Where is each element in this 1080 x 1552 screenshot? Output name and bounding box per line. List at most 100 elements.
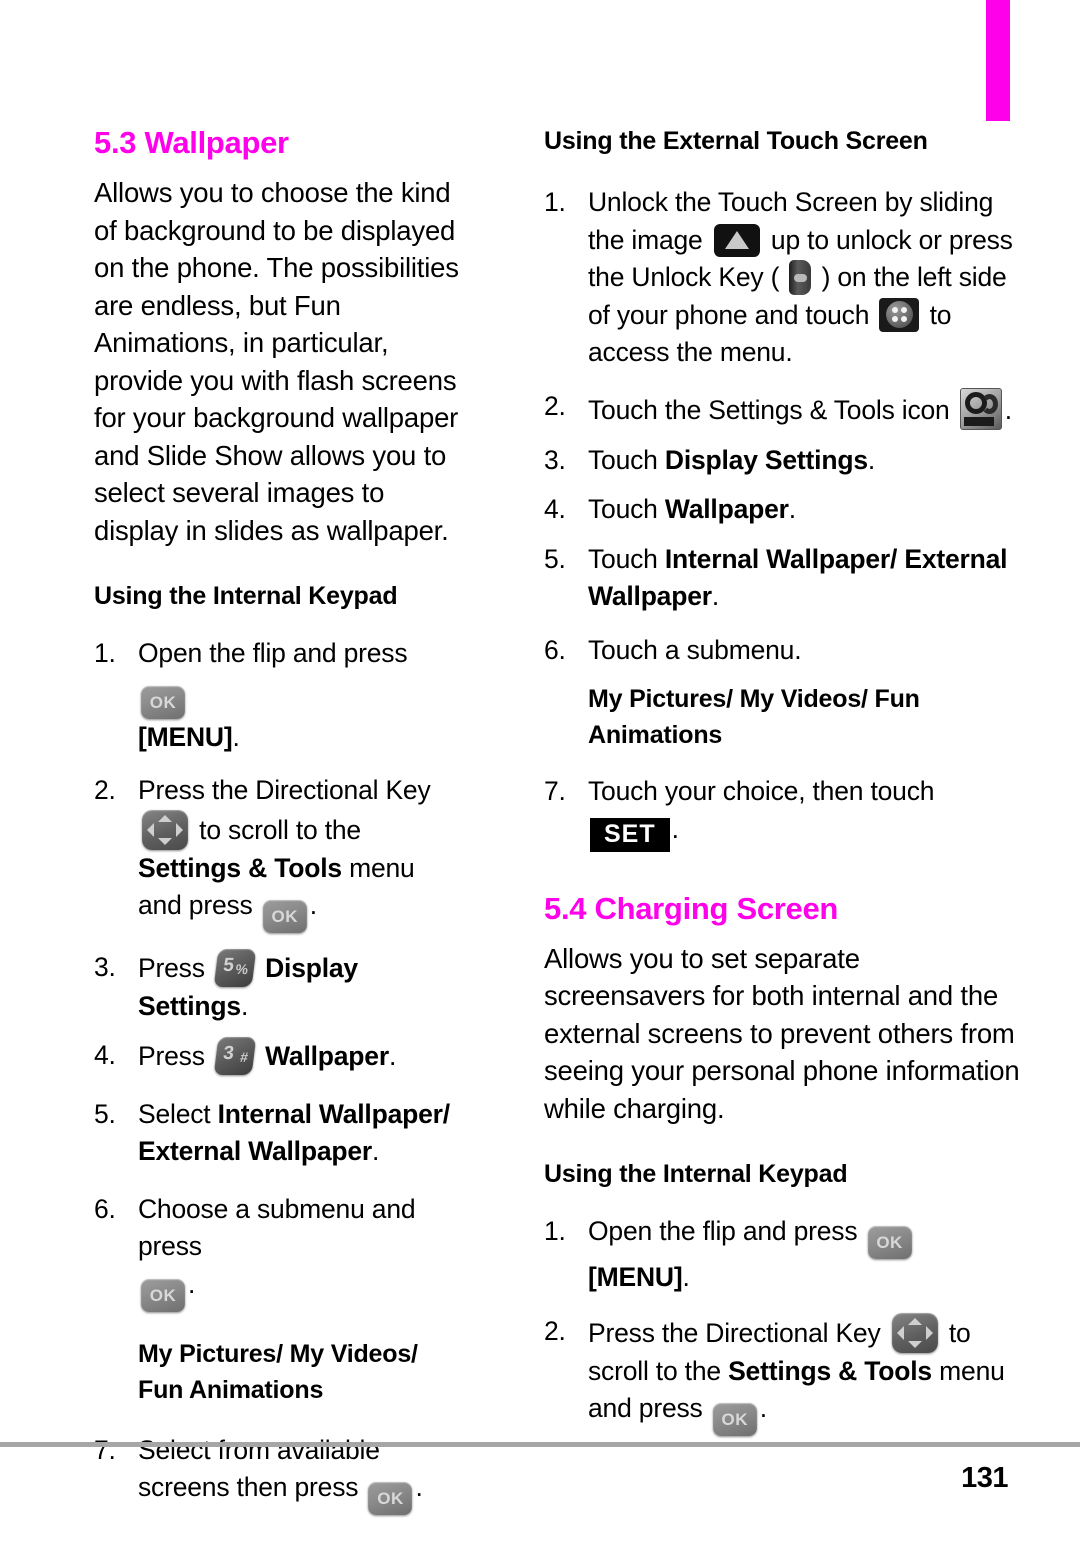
section-tab-marker [986,0,1010,121]
step-trailing: . [232,721,240,752]
step-number: 1. [544,187,566,217]
manual-page: 5.3 Wallpaper Allows you to choose the k… [0,0,1080,1552]
step-bold-text: Wallpaper [664,494,789,524]
directional-key-icon [142,809,188,850]
two-column-layout: 5.3 Wallpaper Allows you to choose the k… [0,125,1080,1516]
step-number: 2. [544,390,566,421]
ok-key-icon: OK [368,1482,413,1516]
menu-grid-icon [879,297,920,332]
step-text: Touch the Settings & Tools icon [588,394,950,425]
page-number: 131 [961,1462,1008,1494]
submenu-options-note: My Pictures/ My Videos/ Fun Animations [588,685,920,749]
step-bold-text: Display Settings [664,444,868,475]
step-number: 4. [94,1040,116,1071]
step-text: Choose a submenu and press [138,1193,416,1262]
step-item: 2. Press the Directional Key to scroll t… [94,772,462,934]
step-item: 2. Press the Directional Key to scroll t… [544,1312,1020,1437]
step-text-2: to scroll to the [199,814,361,845]
step-item: 5. Select Internal Wallpaper/ External W… [94,1096,462,1171]
subheading-external-touch-screen: Using the External Touch Screen [544,127,928,155]
step-trailing: . [867,444,876,475]
step-item: 5. Touch Internal Wallpaper/ External Wa… [544,541,1020,616]
left-column: 5.3 Wallpaper Allows you to choose the k… [0,125,470,1516]
ok-key-icon: OK [262,900,307,934]
step-bold-text: [MENU] [138,721,233,752]
step-text: Open the flip and press [138,638,408,669]
step-trailing: . [682,1262,690,1293]
step-item: 4. Press 3 # Wallpaper. [94,1037,462,1076]
step-text: Select [138,1098,211,1129]
step-item: 7. Touch your choice, then touch SET. [544,773,1020,852]
step-bold-text: [MENU] [588,1262,683,1293]
step-trailing: . [711,581,720,611]
step-number: 7. [94,1434,116,1465]
submenu-options-note: My Pictures/ My Videos/ Fun Animations [138,1339,418,1404]
step-number: 7. [544,776,566,806]
step-item: 2. Touch the Settings & Tools icon . [544,387,1020,430]
ok-key-icon: OK [141,685,185,719]
step-trailing: . [309,890,317,921]
slide-up-arrow-icon [713,223,760,257]
step-item: 4. Touch Wallpaper. [544,491,1020,529]
step-trailing: . [388,1041,397,1072]
step-item: 3. Press 5 % Display Settings. [94,949,462,1025]
step-trailing: . [188,1268,196,1299]
step-text: Touch your choice, then touch [588,776,935,806]
step-bold-text: Wallpaper [265,1041,389,1072]
step-trailing: . [240,990,249,1021]
step-bold-text: Settings & Tools [728,1355,932,1386]
key-3-icon: 3 # [213,1037,257,1076]
step-number: 3. [94,952,116,983]
section-heading-wallpaper: 5.3 Wallpaper [94,125,289,160]
step-trailing: . [415,1472,423,1503]
step-text: Press [138,1041,205,1072]
step-number: 3. [544,444,566,475]
charging-keypad-step-list: 1. Open the flip and press OK [MENU]. 2.… [544,1213,1020,1437]
step-item: 1. Open the flip and press OK [MENU]. [544,1213,1020,1297]
step-number: 5. [94,1098,116,1129]
subheading-internal-keypad-charging: Using the Internal Keypad [544,1160,848,1189]
step-number: 1. [544,1216,566,1247]
step-number: 4. [544,494,566,524]
step-text: Press the Directional Key [588,1317,881,1348]
step-bold-text: Settings & Tools [138,852,342,883]
step-item: 1. Open the flip and press OK [MENU]. [94,635,462,756]
step-item: 6. Choose a submenu and press OK. [94,1191,462,1312]
ok-key-icon: OK [141,1278,185,1312]
step-number: 2. [94,775,116,806]
step-text: Touch [588,494,658,524]
key-digit: 3 [222,1042,235,1064]
step-item: 1. Unlock the Touch Screen by sliding th… [544,184,1020,372]
step-text: Press the Directional Key [138,775,431,806]
subheading-internal-keypad: Using the Internal Keypad [94,582,398,611]
step-number: 6. [94,1193,116,1224]
directional-key-icon [891,1312,938,1353]
step-trailing: . [671,813,679,844]
step-item: 3. Touch Display Settings. [544,442,1020,480]
unlock-key-icon [789,260,812,295]
key-5-icon: 5 % [213,949,257,988]
step-text: Touch a submenu. [588,634,802,665]
ok-key-icon: OK [867,1226,912,1260]
step-text: Touch [588,444,658,475]
set-button[interactable]: SET [590,817,670,852]
ok-key-icon: OK [712,1403,757,1437]
step-text: Open the flip and press [588,1216,858,1247]
step-number: 5. [544,543,566,574]
charging-screen-intro-paragraph: Allows you to set separate screensavers … [544,942,1020,1124]
key-symbol: # [239,1049,249,1066]
touch-screen-step-list: 1. Unlock the Touch Screen by sliding th… [544,184,1020,852]
step-text: Press [138,953,205,984]
internal-keypad-step-list: 1. Open the flip and press OK [MENU]. 2.… [94,635,462,1516]
step-number: 6. [544,634,566,665]
key-symbol: % [234,961,249,978]
settings-and-tools-icon [959,387,1002,430]
step-trailing: . [372,1136,380,1167]
section-heading-charging-screen: 5.4 Charging Screen [544,890,839,926]
step-trailing: . [1004,394,1012,425]
footer-divider [0,1442,1080,1447]
step-trailing: . [759,1393,767,1424]
step-trailing: . [788,494,796,524]
step-item: 6. Touch a submenu. [544,632,1020,670]
right-column: Using the External Touch Screen 1. Unloc… [470,126,1080,1515]
